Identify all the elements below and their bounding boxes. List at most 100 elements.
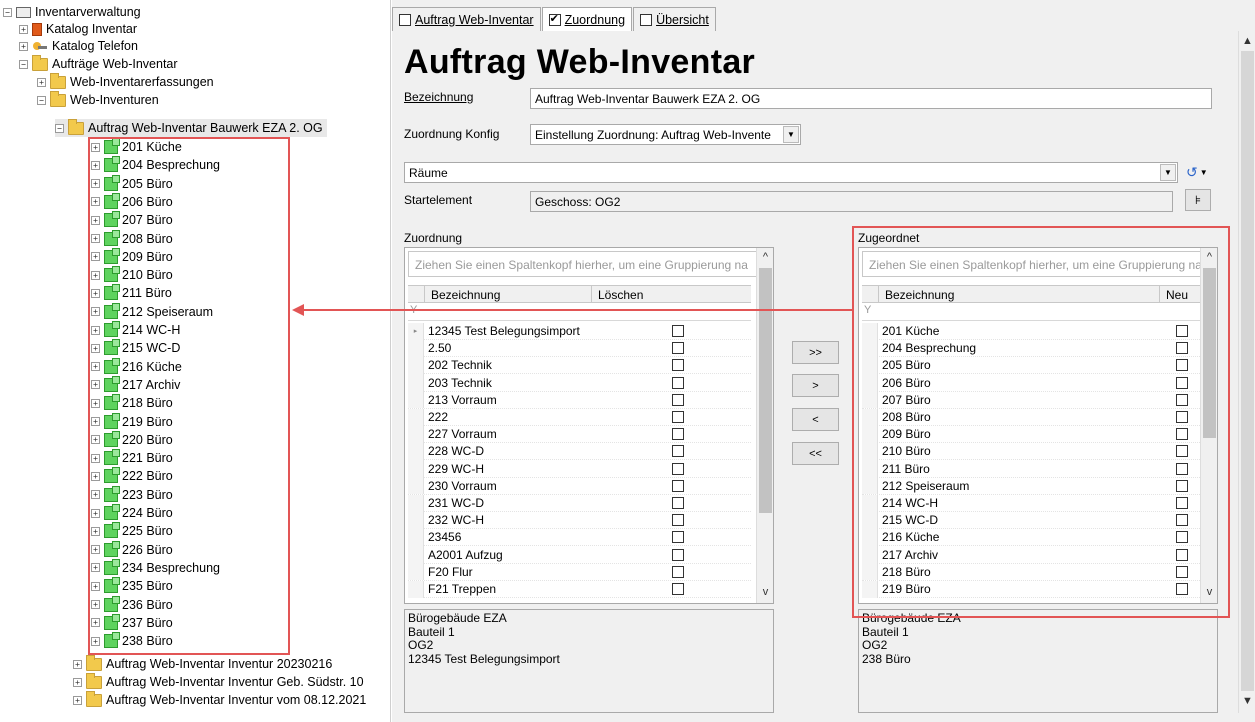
- move-all-right-button[interactable]: >>: [792, 341, 839, 364]
- expand-icon[interactable]: +: [91, 325, 100, 335]
- expand-icon[interactable]: +: [19, 24, 28, 34]
- table-row[interactable]: 227 Vorraum: [408, 425, 751, 444]
- tree-item-orders[interactable]: − Aufträge Web-Inventar: [19, 54, 178, 73]
- row-checkbox[interactable]: [672, 325, 684, 337]
- tree-item-room[interactable]: +224 Büro: [91, 504, 173, 522]
- row-checkbox[interactable]: [1176, 497, 1188, 509]
- table-row[interactable]: 211 Büro: [862, 460, 1200, 478]
- tree-item-room[interactable]: +215 WC-D: [91, 339, 180, 357]
- tree-item-room[interactable]: +219 Büro: [91, 412, 173, 431]
- row-checkbox[interactable]: [672, 497, 684, 509]
- row-checkbox[interactable]: [672, 514, 684, 527]
- table-row[interactable]: 207 Büro: [862, 391, 1200, 409]
- expand-icon[interactable]: +: [73, 695, 82, 705]
- table-row[interactable]: 219 Büro: [862, 580, 1200, 598]
- filter-row[interactable]: Y: [408, 304, 751, 321]
- table-row[interactable]: 216 Küche: [862, 528, 1200, 547]
- table-row[interactable]: 204 Besprechung: [862, 339, 1200, 358]
- tree-item-room[interactable]: +209 Büro: [91, 247, 173, 266]
- row-checkbox[interactable]: [672, 531, 684, 544]
- collapse-icon[interactable]: −: [37, 95, 46, 105]
- expand-icon[interactable]: +: [91, 270, 100, 280]
- tree-item-room[interactable]: +212 Speiseraum: [91, 302, 213, 321]
- tree-item-room[interactable]: +214 WC-H: [91, 321, 180, 339]
- row-checkbox[interactable]: [1176, 462, 1188, 475]
- row-checkbox[interactable]: [672, 342, 684, 355]
- expand-icon[interactable]: +: [37, 77, 46, 87]
- expand-icon[interactable]: +: [91, 398, 100, 408]
- table-row[interactable]: 203 Technik: [408, 374, 751, 392]
- row-checkbox[interactable]: [1176, 479, 1188, 492]
- tree-item-catalog-telefon[interactable]: + Katalog Telefon: [19, 37, 138, 55]
- move-all-left-button[interactable]: <<: [792, 442, 839, 465]
- row-checkbox[interactable]: [1176, 548, 1188, 561]
- table-row[interactable]: 212 Speiseraum: [862, 477, 1200, 495]
- row-checkbox[interactable]: [1176, 325, 1188, 337]
- table-row[interactable]: 214 WC-H: [862, 494, 1200, 512]
- col-neu[interactable]: Neu: [1159, 286, 1200, 303]
- group-by-area[interactable]: Ziehen Sie einen Spaltenkopf hierher, um…: [862, 251, 1214, 277]
- expand-icon[interactable]: +: [91, 380, 100, 390]
- expand-icon[interactable]: +: [91, 600, 100, 609]
- tree-item-room[interactable]: +238 Büro: [91, 632, 173, 650]
- scroll-thumb[interactable]: [1203, 268, 1216, 438]
- tree-item-room[interactable]: +221 Büro: [91, 449, 173, 467]
- tree-item-room[interactable]: +237 Büro: [91, 613, 173, 632]
- tree-item-order[interactable]: + Auftrag Web-Inventar Inventur vom 08.1…: [73, 690, 366, 709]
- row-checkbox[interactable]: [1176, 531, 1188, 544]
- tab-uebersicht[interactable]: Übersicht: [633, 7, 716, 31]
- expand-icon[interactable]: +: [91, 234, 100, 243]
- expand-icon[interactable]: +: [91, 215, 100, 225]
- tree-item-inventarerfassungen[interactable]: + Web-Inventarerfassungen: [37, 72, 214, 91]
- tab-checkbox[interactable]: [399, 13, 411, 26]
- tree-item-room[interactable]: +220 Büro: [91, 430, 173, 449]
- row-checkbox[interactable]: [1176, 376, 1188, 389]
- table-row[interactable]: 2.50: [408, 339, 751, 358]
- tab-checkbox[interactable]: [548, 12, 561, 26]
- row-checkbox[interactable]: [672, 445, 684, 458]
- expand-icon[interactable]: +: [91, 417, 100, 426]
- zuordnung-scrollbar[interactable]: ^ v: [756, 248, 773, 603]
- table-row[interactable]: A2001 Aufzug: [408, 546, 751, 564]
- expand-icon[interactable]: +: [91, 490, 100, 500]
- table-row[interactable]: F21 Treppen: [408, 580, 751, 598]
- row-checkbox[interactable]: [672, 393, 684, 406]
- tree-item-room[interactable]: +216 Küche: [91, 357, 182, 376]
- tab-zuordnung[interactable]: Zuordnung: [541, 7, 633, 31]
- tree-item-room[interactable]: +207 Büro: [91, 211, 173, 229]
- tree-item-room[interactable]: +201 Küche: [91, 138, 182, 156]
- row-checkbox[interactable]: [672, 462, 684, 475]
- table-row[interactable]: 229 WC-H: [408, 460, 751, 478]
- chevron-down-icon[interactable]: ▼: [783, 126, 799, 143]
- expand-icon[interactable]: +: [91, 435, 100, 445]
- table-row[interactable]: 231 WC-D: [408, 494, 751, 512]
- expand-icon[interactable]: +: [91, 343, 100, 353]
- refresh-icon[interactable]: ↺ ▼: [1186, 162, 1214, 182]
- row-checkbox[interactable]: [672, 359, 684, 372]
- chevron-down-icon[interactable]: ▼: [1160, 164, 1176, 181]
- table-row[interactable]: 201 Küche: [862, 322, 1200, 340]
- row-checkbox[interactable]: [1176, 393, 1188, 406]
- filter-icon[interactable]: Y: [408, 304, 424, 320]
- tree-item-catalog-inventar[interactable]: + Katalog Inventar: [19, 20, 137, 38]
- tree-item-selected-order[interactable]: − Auftrag Web-Inventar Bauwerk EZA 2. OG: [55, 118, 327, 137]
- table-row[interactable]: F20 Flur: [408, 563, 751, 581]
- table-row[interactable]: 209 Büro: [862, 425, 1200, 444]
- expand-icon[interactable]: +: [91, 526, 100, 536]
- row-checkbox[interactable]: [1176, 445, 1188, 458]
- move-left-button[interactable]: <: [792, 408, 839, 431]
- col-bezeichnung[interactable]: Bezeichnung: [878, 286, 1159, 303]
- collapse-icon[interactable]: −: [3, 7, 12, 17]
- row-checkbox[interactable]: [1176, 428, 1188, 441]
- table-row[interactable]: 208 Büro: [862, 408, 1200, 426]
- row-checkbox[interactable]: [672, 583, 684, 595]
- table-row[interactable]: 230 Vorraum: [408, 477, 751, 495]
- tree-item-room[interactable]: +222 Büro: [91, 467, 173, 485]
- scroll-thumb[interactable]: [1241, 51, 1254, 691]
- move-right-button[interactable]: >: [792, 374, 839, 397]
- row-checkbox[interactable]: [672, 548, 684, 561]
- table-row[interactable]: 23456: [408, 528, 751, 547]
- row-checkbox[interactable]: [1176, 342, 1188, 355]
- tree-item-room[interactable]: +204 Besprechung: [91, 156, 220, 174]
- table-row[interactable]: 228 WC-D: [408, 442, 751, 461]
